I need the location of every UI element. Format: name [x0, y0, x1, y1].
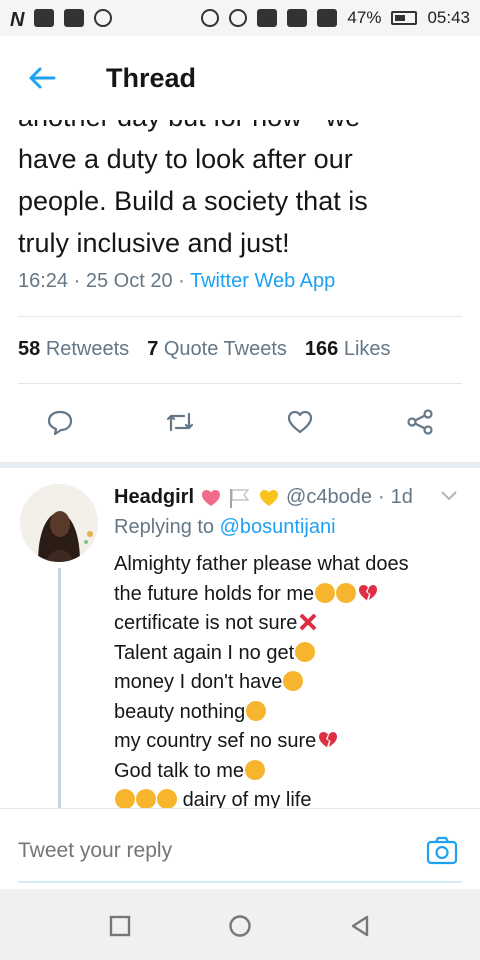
signal-h-icon [317, 9, 338, 27]
tweet-source-link[interactable]: Twitter Web App [190, 270, 335, 292]
tweet-stats: 58 Retweets 7 Quote Tweets 166 Likes [18, 338, 391, 361]
reply-line: beauty nothing [114, 698, 409, 728]
section-divider [0, 462, 480, 468]
weary-face-icon [245, 759, 266, 780]
weary-face-icon [283, 671, 304, 691]
tweet-line: people. Build a society that is [18, 186, 368, 216]
system-nav-bar [0, 889, 480, 960]
header: Thread [0, 36, 480, 120]
thread-line [58, 568, 61, 808]
broken-heart-icon [359, 584, 378, 601]
replying-to: Replying to @bosuntijani [114, 516, 336, 538]
quote-tweets-stat[interactable]: 7 Quote Tweets [147, 338, 287, 361]
back-nav-button[interactable] [347, 913, 373, 939]
reply-header: Headgirl @c4bode · 1d [114, 486, 413, 509]
reply-author-name[interactable]: Headgirl [114, 486, 194, 509]
battery-percent: 47% [347, 8, 382, 27]
reply-icon [47, 410, 73, 436]
replying-to-mention[interactable]: @bosuntijani [220, 516, 336, 538]
notification-n-icon: N [10, 9, 25, 31]
reply-author-handle[interactable]: @c4bode [286, 486, 372, 509]
battery-icon [391, 11, 418, 25]
tweet-date: 25 Oct 20 [85, 270, 173, 292]
reply-line: Almighty father please what does [114, 553, 409, 575]
tweet-meta: 16:24 · 25 Oct 20 · Twitter Web App [18, 270, 336, 292]
white-flag-icon [230, 488, 250, 508]
divider [18, 316, 462, 317]
reply-input[interactable] [18, 839, 378, 863]
alarm-icon [229, 9, 248, 27]
avatar-photo-icon [20, 484, 98, 562]
crying-face-icon [115, 789, 135, 809]
divider [18, 383, 462, 384]
yellow-heart-icon [260, 489, 279, 506]
camera-icon[interactable] [424, 833, 460, 869]
tweet-text: another day but for now - we have a duty… [18, 96, 468, 264]
recents-button[interactable] [107, 913, 133, 939]
home-button[interactable] [227, 913, 253, 939]
chevron-down-icon[interactable] [440, 488, 458, 502]
reply-button[interactable] [42, 404, 78, 440]
worried-face-icon [246, 700, 267, 721]
reply-text: Almighty father please what does the fut… [114, 550, 409, 816]
heart-icon [287, 410, 313, 434]
retweet-icon [166, 412, 194, 432]
reply-line: my country sef no sure [114, 727, 409, 757]
reply-age: 1d [390, 486, 413, 508]
compose-bar [0, 809, 480, 889]
moon-icon [201, 9, 220, 27]
likes-stat[interactable]: 166 Likes [305, 338, 391, 361]
like-button[interactable] [282, 404, 318, 440]
sparkling-heart-icon [202, 489, 221, 506]
arrow-left-icon [29, 67, 56, 89]
reply-line: money I don't have [114, 668, 409, 698]
pulse-icon [64, 9, 85, 27]
data-arrows-icon [287, 9, 308, 27]
tweet-line: truly inclusive and just! [18, 228, 290, 258]
signal-icon [257, 9, 278, 27]
crying-face-icon [136, 789, 156, 809]
reply-line: Talent again I no get [114, 639, 409, 669]
retweet-button[interactable] [162, 404, 198, 440]
gallery-icon [34, 9, 55, 27]
share-icon [407, 409, 433, 435]
reply-line: certificate is not sure [114, 609, 409, 639]
page-title: Thread [106, 62, 197, 93]
retweets-stat[interactable]: 58 Retweets [18, 338, 129, 361]
crying-face-icon [295, 641, 316, 662]
weary-face-icon [336, 582, 357, 603]
tweet-time: 16:24 [18, 270, 69, 292]
share-button[interactable] [402, 404, 438, 440]
whatsapp-icon [94, 9, 113, 27]
reply-line: God talk to me [114, 757, 409, 787]
broken-heart-icon [319, 732, 338, 748]
tweet-line: have a duty to look after our [18, 144, 353, 174]
reply-line: the future holds for me [114, 580, 409, 610]
cross-mark-icon [299, 613, 318, 631]
crying-face-icon [315, 582, 336, 603]
clock: 05:43 [427, 8, 470, 27]
input-underline [18, 881, 462, 883]
avatar[interactable] [20, 484, 98, 562]
crying-face-icon [157, 789, 177, 809]
back-button[interactable] [20, 56, 64, 100]
tweet-actions [0, 400, 480, 444]
status-bar: N 47% 05:43 [0, 0, 480, 36]
